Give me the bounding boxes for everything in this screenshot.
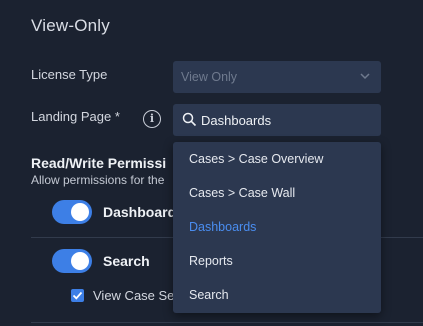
dropdown-option-reports[interactable]: Reports xyxy=(173,244,381,278)
info-icon[interactable]: i xyxy=(143,110,161,128)
license-type-value: View Only xyxy=(181,70,238,84)
chevron-down-icon xyxy=(360,73,370,80)
permissions-title: Read/Write Permissi xyxy=(31,155,167,171)
view-case-checkbox-label: View Case Se xyxy=(93,288,175,303)
search-toggle[interactable] xyxy=(52,249,92,273)
license-type-select[interactable]: View Only xyxy=(173,61,381,93)
landing-page-value: Dashboards xyxy=(201,113,272,128)
dropdown-option-search[interactable]: Search xyxy=(173,278,381,312)
view-case-checkbox[interactable] xyxy=(71,289,84,302)
landing-page-label: Landing Page * xyxy=(31,109,120,124)
search-icon xyxy=(182,112,197,127)
dashboard-toggle[interactable] xyxy=(52,200,92,224)
landing-page-select[interactable]: Dashboards xyxy=(173,104,381,136)
license-type-label: License Type xyxy=(31,67,108,82)
divider xyxy=(31,322,423,323)
search-permission-label: Search xyxy=(103,253,150,269)
dropdown-option-dashboards[interactable]: Dashboards xyxy=(173,210,381,244)
dropdown-option-case-overview[interactable]: Cases > Case Overview xyxy=(173,142,381,176)
section-title: View-Only xyxy=(31,16,110,35)
permissions-subtitle: Allow permissions for the xyxy=(31,173,165,187)
checkmark-icon xyxy=(72,291,83,300)
dashboard-permission-label: Dashboard xyxy=(103,204,177,220)
dropdown-option-case-wall[interactable]: Cases > Case Wall xyxy=(173,176,381,210)
toggle-knob xyxy=(71,252,89,270)
toggle-knob xyxy=(71,203,89,221)
landing-page-dropdown: Cases > Case Overview Cases > Case Wall … xyxy=(173,142,381,313)
